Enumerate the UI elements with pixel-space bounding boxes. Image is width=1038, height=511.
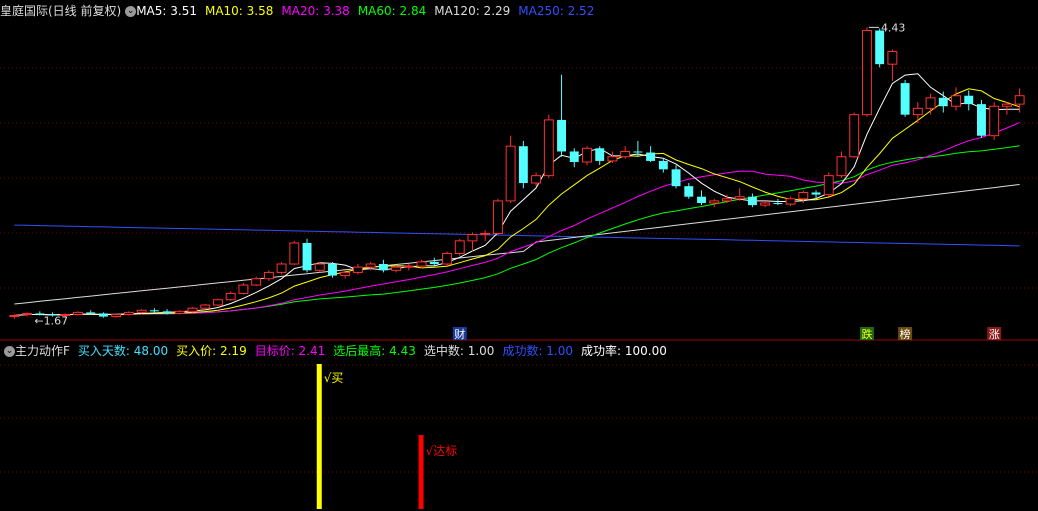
candle-body bbox=[225, 292, 236, 301]
candle-body bbox=[912, 107, 923, 116]
target-signal-bar bbox=[418, 435, 424, 509]
candle-body bbox=[861, 30, 872, 116]
candle-body bbox=[1001, 103, 1012, 107]
candle-body bbox=[709, 200, 720, 204]
candle-body bbox=[887, 51, 898, 65]
candle-body bbox=[518, 146, 528, 184]
candle-body bbox=[1014, 95, 1025, 105]
candle-body bbox=[328, 264, 337, 276]
candle-body bbox=[263, 271, 274, 280]
candle-body bbox=[836, 156, 847, 177]
candle-body bbox=[977, 104, 986, 136]
candle-body bbox=[531, 175, 542, 184]
candle-body bbox=[989, 105, 1000, 137]
event-badge-label: 涨 bbox=[989, 328, 1000, 341]
candle-body bbox=[111, 313, 122, 318]
candle-body bbox=[798, 191, 809, 200]
candle-body bbox=[492, 200, 503, 234]
ma250-line bbox=[14, 224, 1020, 247]
candle-body bbox=[773, 203, 783, 205]
candle-body bbox=[429, 261, 439, 264]
candle-body bbox=[684, 186, 694, 197]
candle-body bbox=[569, 151, 579, 162]
candle-body bbox=[442, 252, 452, 265]
candle-body bbox=[823, 175, 834, 196]
ma60-line bbox=[14, 145, 1020, 316]
candle-body bbox=[646, 152, 656, 161]
candle-body bbox=[302, 242, 312, 271]
candle-body bbox=[480, 233, 491, 236]
candle-body bbox=[238, 284, 249, 294]
candle-body bbox=[760, 202, 771, 206]
candle-body bbox=[9, 315, 20, 318]
candle-body bbox=[149, 310, 159, 312]
candle-body bbox=[200, 304, 211, 309]
candle-body bbox=[98, 313, 108, 317]
ma20-line bbox=[14, 122, 1020, 316]
candle-body bbox=[467, 234, 478, 242]
candle-body bbox=[543, 119, 554, 177]
event-badge-label: 榜 bbox=[900, 327, 911, 341]
candle-body bbox=[925, 97, 936, 109]
candle-body bbox=[289, 242, 300, 265]
candle-body bbox=[340, 271, 351, 277]
candle-body bbox=[276, 263, 287, 273]
event-badge-label: 跌 bbox=[861, 327, 872, 341]
candle-body bbox=[582, 147, 592, 163]
candle-body bbox=[595, 148, 605, 161]
candle-body bbox=[454, 240, 465, 254]
candle-body bbox=[620, 150, 631, 158]
candle-body bbox=[734, 196, 745, 200]
candle-body bbox=[251, 278, 262, 286]
candle-body bbox=[505, 145, 516, 202]
candle-body bbox=[938, 97, 948, 107]
candle-body bbox=[658, 160, 668, 170]
low-price-label: ←1.67 bbox=[34, 315, 68, 328]
high-price-label: 4.43 bbox=[881, 21, 906, 34]
candle-body bbox=[964, 95, 974, 105]
candle-body bbox=[747, 196, 757, 206]
candle-body bbox=[900, 83, 910, 115]
candle-body bbox=[416, 261, 427, 267]
candle-body bbox=[557, 119, 566, 152]
candle-body bbox=[607, 156, 618, 162]
target-signal-label: √达标 bbox=[426, 444, 458, 458]
candle-body bbox=[123, 311, 134, 315]
candle-body bbox=[378, 264, 388, 271]
candle-body bbox=[671, 169, 681, 187]
candle-body bbox=[86, 312, 96, 314]
candle-body bbox=[951, 95, 961, 107]
candle-body bbox=[22, 312, 33, 315]
candle-body bbox=[722, 198, 732, 202]
buy-signal-label: √买 bbox=[324, 371, 344, 385]
event-badge-label: 财 bbox=[454, 327, 465, 341]
price-chart[interactable]: 4.43 ←1.67 财 跌 榜 涨 √买 √达标 bbox=[0, 0, 1038, 511]
candle-body bbox=[875, 30, 885, 65]
candle-body bbox=[187, 307, 198, 312]
ma120-line bbox=[14, 184, 1020, 305]
candle-body bbox=[136, 309, 147, 313]
candle-body bbox=[391, 266, 402, 271]
candle-body bbox=[403, 265, 414, 268]
candle-body bbox=[174, 310, 185, 314]
buy-signal-bar bbox=[316, 364, 322, 509]
candle-body bbox=[365, 263, 376, 268]
candle-body bbox=[73, 311, 83, 315]
candle-body bbox=[785, 198, 796, 205]
candle-body bbox=[162, 311, 172, 314]
candle-body bbox=[352, 266, 363, 273]
candle-body bbox=[633, 151, 643, 153]
candle-body bbox=[314, 263, 325, 271]
candle-body bbox=[697, 196, 706, 203]
candle-body bbox=[811, 192, 821, 195]
candle-body bbox=[849, 114, 860, 158]
candle-body bbox=[213, 299, 223, 306]
